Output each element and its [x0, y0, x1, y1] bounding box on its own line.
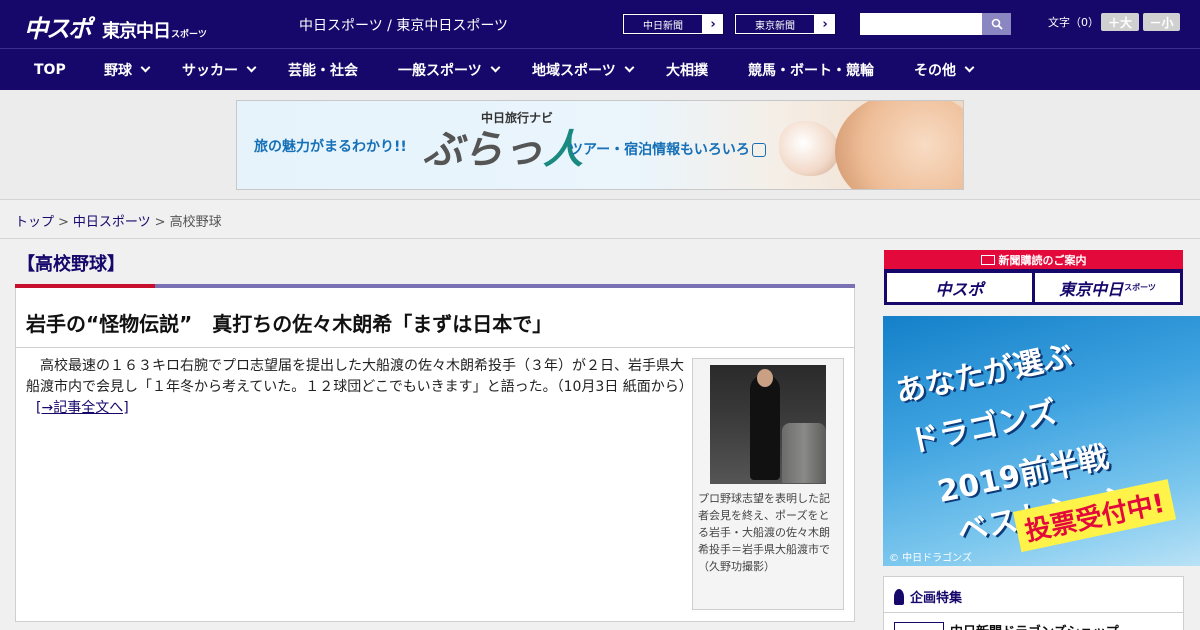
ad-area: 旅の魅力がまるわかり!! 中日旅行ナビ ぶらっ人 ツアー・宿泊情報もいろいろ: [0, 90, 1200, 200]
tokyo-shimbun-link[interactable]: 東京新聞 ›: [734, 13, 836, 35]
section-title: 【高校野球】: [17, 254, 125, 275]
font-larger-button[interactable]: ＋大: [1101, 13, 1139, 31]
feature-item-link[interactable]: 中日新聞ドラゴンズショップ: [950, 621, 1119, 630]
subscription-heading-label: 新聞購読のご案内: [998, 253, 1087, 267]
breadcrumb-chunichi-sports[interactable]: 中日スポーツ: [73, 215, 151, 230]
photo-person-head: [757, 369, 773, 387]
seashell-image: [779, 121, 839, 176]
nav-label: 一般スポーツ: [398, 62, 482, 79]
poll-copyright: © 中日ドラゴンズ: [889, 553, 972, 564]
search-input[interactable]: [860, 13, 982, 35]
photo-caption: プロ野球志望を表明した記者会見を終え、ポーズをとる岩手・大船渡の佐々木朗希投手＝…: [698, 492, 830, 573]
chevron-right-icon: ›: [822, 16, 828, 32]
nav-label: 大相撲: [666, 62, 708, 79]
chevron-down-icon: [246, 62, 257, 73]
article-photo-box: プロ野球志望を表明した記者会見を終え、ポーズをとる岩手・大船渡の佐々木朗希投手＝…: [692, 358, 844, 610]
newspaper-icon: [980, 254, 995, 265]
site-name: 中日スポーツ / 東京中日スポーツ: [299, 18, 509, 34]
feature-box: 企画特集 中日新聞ドラゴンズショップ: [883, 576, 1184, 630]
nav-item-entertainment[interactable]: 芸能・社会: [288, 49, 358, 90]
feature-title-label: 企画特集: [910, 591, 963, 606]
chevron-down-icon: [490, 62, 501, 73]
site-logo[interactable]: 中スポ 東京中日 スポーツ: [24, 9, 207, 43]
subscribe-tokyo-sub: スポーツ: [1124, 283, 1156, 292]
dragons-poll-banner[interactable]: あなたが選ぶ ドラゴンズ 2019前半戦 ベストシーン 投票受付中! © 中日ド…: [883, 316, 1200, 566]
pointing-hand-icon: [751, 143, 766, 157]
header-bar: 中スポ 東京中日 スポーツ 中日スポーツ / 東京中日スポーツ 中日新聞 › 東…: [0, 0, 1200, 48]
ad-brand-a: ぶらっ: [423, 126, 543, 173]
ad-left-text: 旅の魅力がまるわかり!!: [254, 139, 407, 155]
subscribe-chuspo-button[interactable]: 中スポ: [887, 273, 1032, 302]
breadcrumb: トップ > 中日スポーツ > 高校野球: [15, 211, 222, 230]
article-body-text: 高校最速の１６３キロ右腕でプロ志望届を提出した大船渡の佐々木朗希投手（３年）が２…: [26, 358, 693, 395]
photo-person: [750, 375, 780, 480]
nav-item-baseball[interactable]: 野球: [104, 49, 151, 90]
breadcrumb-current: 高校野球: [169, 215, 222, 230]
subscribe-tokyo-label: 東京中日: [1059, 279, 1124, 299]
nav-label: TOP: [34, 61, 66, 78]
chunichi-shimbun-label: 中日新聞: [623, 14, 703, 34]
chevron-down-icon: [964, 62, 975, 73]
main-nav: TOP 野球 サッカー 芸能・社会 一般スポーツ 地域スポーツ 大相撲 競馬・ボ…: [0, 48, 1200, 90]
logo-chuspo: 中スポ: [24, 15, 92, 43]
breadcrumb-top[interactable]: トップ: [15, 215, 54, 230]
subscribe-tokyo-button[interactable]: 東京中日 スポーツ: [1035, 273, 1180, 302]
chevron-right-icon: ›: [710, 16, 716, 32]
article-headline[interactable]: 岩手の“怪物伝説” 真打ちの佐々木朗希「まずは日本で」: [26, 308, 552, 337]
nav-item-other[interactable]: その他: [914, 49, 975, 90]
chunichi-shimbun-link[interactable]: 中日新聞 ›: [622, 13, 724, 35]
nav-label: 地域スポーツ: [532, 62, 616, 79]
divider: [16, 347, 854, 348]
article-photo[interactable]: [710, 365, 826, 484]
logo-tokyo-sub: スポーツ: [171, 30, 207, 40]
nav-label: サッカー: [182, 62, 238, 79]
photo-crowd: [782, 423, 826, 483]
nav-item-top[interactable]: TOP: [34, 49, 66, 90]
nav-item-local-sports[interactable]: 地域スポーツ: [532, 49, 635, 90]
search-icon: [991, 18, 1003, 30]
ad-brand: ぶらっ人: [423, 117, 583, 175]
travel-ad-banner[interactable]: 旅の魅力がまるわかり!! 中日旅行ナビ ぶらっ人 ツアー・宿泊情報もいろいろ: [236, 100, 964, 190]
nav-label: 野球: [104, 62, 132, 79]
medal-icon: [894, 588, 904, 605]
nav-label: その他: [914, 62, 956, 79]
font-smaller-button[interactable]: －小: [1143, 13, 1180, 31]
logo-tokyo-chunichi: 東京中日: [102, 21, 171, 42]
subscription-heading: 新聞購読のご案内: [884, 250, 1183, 269]
chevron-down-icon: [624, 62, 635, 73]
divider: [884, 612, 1183, 613]
nav-item-soccer[interactable]: サッカー: [182, 49, 257, 90]
breadcrumb-separator: >: [154, 215, 166, 230]
subscription-box: 新聞購読のご案内 中スポ 東京中日 スポーツ: [884, 250, 1183, 305]
breadcrumb-separator: >: [58, 215, 69, 230]
chevron-down-icon: [140, 62, 151, 73]
nav-item-sumo[interactable]: 大相撲: [666, 49, 708, 90]
tokyo-shimbun-label: 東京新聞: [735, 14, 815, 34]
ad-right-text: ツアー・宿泊情報もいろいろ: [569, 139, 766, 159]
divider: [0, 238, 1200, 239]
read-more-link[interactable]: [→記事全文へ]: [36, 400, 129, 416]
nav-label: 芸能・社会: [288, 62, 358, 79]
nav-item-general-sports[interactable]: 一般スポーツ: [398, 49, 501, 90]
feature-title: 企画特集: [894, 587, 962, 606]
model-photo: [835, 101, 963, 189]
ad-right-label: ツアー・宿泊情報もいろいろ: [569, 142, 750, 158]
search-button[interactable]: [982, 13, 1011, 35]
nav-item-racing[interactable]: 競馬・ボート・競輪: [748, 49, 874, 90]
nav-label: 競馬・ボート・競輪: [748, 62, 874, 79]
font-size-label: 文字（0）: [1048, 16, 1099, 29]
feature-thumbnail[interactable]: [894, 622, 944, 630]
article-body: 高校最速の１６３キロ右腕でプロ志望届を提出した大船渡の佐々木朗希投手（３年）が２…: [26, 356, 693, 419]
